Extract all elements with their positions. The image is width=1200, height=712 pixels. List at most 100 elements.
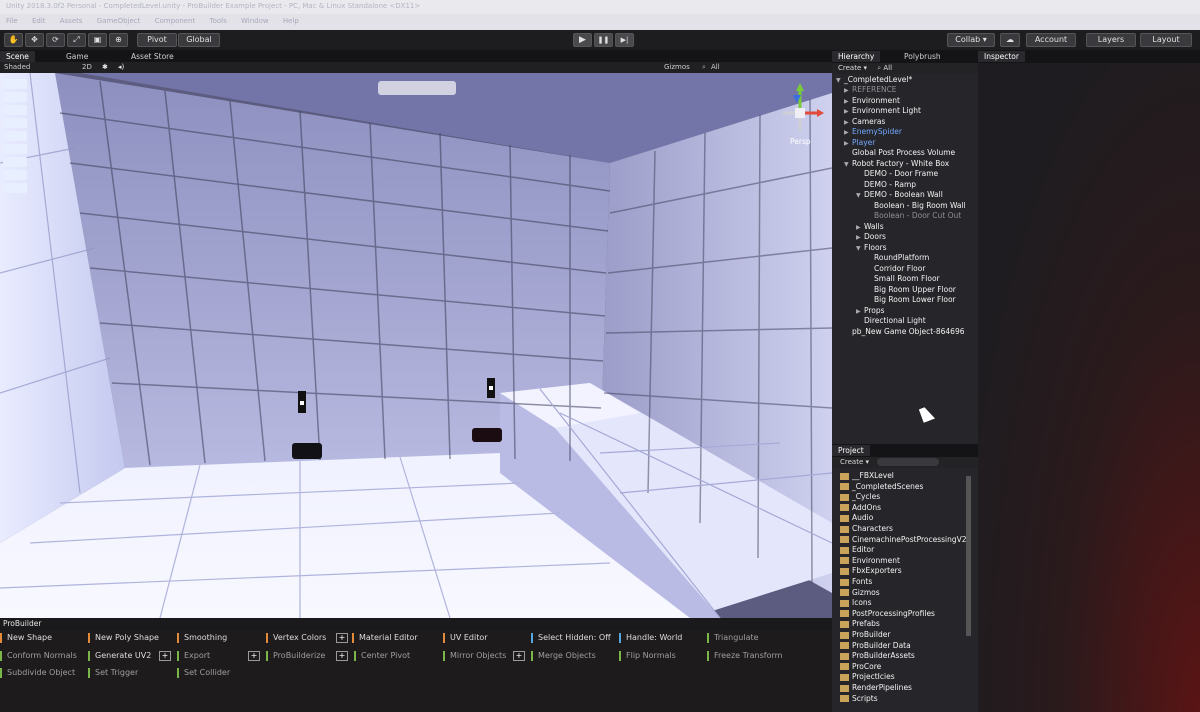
project-folder[interactable]: ProBuilder [840, 630, 890, 640]
hierarchy-item[interactable]: ▶ Player [844, 138, 875, 149]
expanded-arrow-icon[interactable]: ▼ [856, 191, 864, 201]
project-folder[interactable]: _CompletedScenes [840, 482, 923, 492]
hierarchy-item[interactable]: DEMO - Door Frame [856, 169, 938, 179]
select-mode-icon[interactable] [3, 131, 27, 141]
probuilderize-options-button[interactable]: + [336, 651, 348, 661]
hierarchy-item[interactable]: Boolean - Big Room Wall [866, 201, 966, 211]
scale-tool-icon[interactable]: ⤢ [67, 33, 86, 47]
flip-normals-button[interactable]: Flip Normals [619, 651, 676, 661]
menu-window[interactable]: Window [241, 17, 269, 25]
gizmos-dropdown[interactable]: Gizmos [664, 62, 690, 73]
collapsed-arrow-icon[interactable]: ▶ [844, 139, 852, 149]
object-mode-icon[interactable] [3, 79, 27, 89]
expanded-arrow-icon[interactable]: ▼ [844, 160, 852, 170]
triangulate-button[interactable]: Triangulate [707, 633, 759, 643]
hierarchy-item[interactable]: pb_New Game Object-864696 [844, 327, 965, 337]
collapsed-arrow-icon[interactable]: ▶ [844, 86, 852, 96]
tab-inspector[interactable]: Inspector [978, 51, 1025, 62]
uv-editor-button[interactable]: UV Editor [443, 633, 488, 643]
project-folder[interactable]: Audio [840, 513, 873, 523]
select-hidden-toggle[interactable]: Select Hidden: Off [531, 633, 611, 643]
project-folder[interactable]: Characters [840, 524, 893, 534]
rect-tool-icon[interactable]: ▣ [88, 33, 107, 47]
collab-button[interactable]: Collab ▾ [947, 33, 995, 47]
mirror-objects-button[interactable]: Mirror Objects [443, 651, 506, 661]
subdivide-object-button[interactable]: Subdivide Object [0, 668, 75, 678]
hierarchy-search-input[interactable]: All [883, 64, 892, 72]
project-folder[interactable]: ProCore [840, 662, 881, 672]
conform-normals-button[interactable]: Conform Normals [0, 651, 77, 661]
2d-toggle[interactable]: 2D [82, 62, 92, 73]
project-folder[interactable]: Editor [840, 545, 874, 555]
project-folder[interactable]: PostProcessingProfiles [840, 609, 935, 619]
global-toggle[interactable]: Global [178, 33, 220, 47]
y-axis-icon[interactable] [3, 157, 27, 167]
vertex-mode-icon[interactable] [3, 92, 27, 102]
hierarchy-item[interactable]: ▶ REFERENCE [844, 85, 897, 96]
audio-icon[interactable]: ◂) [118, 62, 124, 73]
export-options-button[interactable]: + [248, 651, 260, 661]
edge-mode-icon[interactable] [3, 105, 27, 115]
menu-gameobject[interactable]: GameObject [97, 17, 141, 25]
center-pivot-button[interactable]: Center Pivot [354, 651, 410, 661]
collapsed-arrow-icon[interactable]: ▶ [844, 97, 852, 107]
collapsed-arrow-icon[interactable]: ▶ [856, 223, 864, 233]
layers-dropdown[interactable]: Layers [1086, 33, 1136, 47]
project-search-input[interactable] [877, 458, 940, 466]
hierarchy-item[interactable]: DEMO - Ramp [856, 180, 916, 190]
layout-dropdown[interactable]: Layout [1140, 33, 1192, 47]
vertex-colors-options-button[interactable]: + [336, 633, 348, 643]
hierarchy-item[interactable]: Big Room Upper Floor [866, 285, 956, 295]
material-editor-button[interactable]: Material Editor [352, 633, 418, 643]
hierarchy-item[interactable]: ▶ Walls [856, 222, 884, 233]
project-folder[interactable]: Prefabs [840, 619, 880, 629]
project-folder[interactable]: ProBuilderAssets [840, 651, 915, 661]
tab-scene[interactable]: Scene [0, 51, 35, 62]
project-folder[interactable]: Gizmos [840, 588, 880, 598]
project-create-button[interactable]: Create ▾ [840, 458, 869, 466]
new-poly-shape-button[interactable]: New Poly Shape [88, 633, 159, 643]
account-dropdown[interactable]: Account [1026, 33, 1076, 47]
scene-overlay-tools[interactable] [378, 81, 456, 95]
tab-asset-store[interactable]: Asset Store [125, 51, 180, 62]
probuilderize-button[interactable]: ProBuilderize [266, 651, 325, 661]
face-mode-icon[interactable] [3, 118, 27, 128]
project-folder[interactable]: CinemachinePostProcessingV2 [840, 535, 967, 545]
hierarchy-create-button[interactable]: Create ▾ [838, 64, 867, 72]
tab-hierarchy[interactable]: Hierarchy [832, 51, 881, 62]
hierarchy-item[interactable]: Boolean - Door Cut Out [866, 211, 961, 221]
hierarchy-item[interactable]: Big Room Lower Floor [866, 295, 956, 305]
tab-game[interactable]: Game [60, 51, 94, 62]
set-collider-button[interactable]: Set Collider [177, 668, 230, 678]
collapsed-arrow-icon[interactable]: ▶ [844, 107, 852, 117]
collapsed-arrow-icon[interactable]: ▶ [844, 128, 852, 138]
hand-tool-icon[interactable]: ✋ [4, 33, 23, 47]
menu-file[interactable]: File [6, 17, 18, 25]
mirror-objects-options-button[interactable]: + [513, 651, 525, 661]
smoothing-button[interactable]: Smoothing [177, 633, 227, 643]
project-folder[interactable]: ProjectIcies [840, 672, 895, 682]
lighting-icon[interactable]: ✱ [102, 62, 108, 73]
project-folder[interactable]: Fonts [840, 577, 872, 587]
project-scrollbar[interactable] [966, 476, 971, 636]
handle-orientation-toggle[interactable]: Handle: World [619, 633, 682, 643]
project-folder[interactable]: FbxExporters [840, 566, 902, 576]
freeze-transform-button[interactable]: Freeze Transform [707, 651, 782, 661]
hierarchy-item[interactable]: ▶ Cameras [844, 117, 885, 128]
project-folder[interactable]: Environment [840, 556, 900, 566]
project-folder[interactable]: RenderPipelines [840, 683, 912, 693]
hierarchy-item[interactable]: Global Post Process Volume [844, 148, 955, 158]
cloud-icon[interactable]: ☁ [1000, 33, 1020, 47]
menu-tools[interactable]: Tools [210, 17, 227, 25]
hierarchy-item[interactable]: RoundPlatform [866, 253, 929, 263]
transform-tool-icon[interactable]: ⊕ [109, 33, 128, 47]
scene-viewport[interactable]: Persp [0, 73, 832, 618]
menu-help[interactable]: Help [283, 17, 299, 25]
hierarchy-item[interactable]: ▼ Robot Factory - White Box [844, 159, 949, 170]
rotate-tool-icon[interactable]: ⟳ [46, 33, 65, 47]
project-folder[interactable]: Scripts [840, 694, 878, 704]
pivot-toggle[interactable]: Pivot [137, 33, 177, 47]
perspective-label[interactable]: Persp [790, 137, 811, 146]
tab-polybrush[interactable]: Polybrush [898, 51, 947, 62]
collapsed-arrow-icon[interactable]: ▶ [856, 307, 864, 317]
